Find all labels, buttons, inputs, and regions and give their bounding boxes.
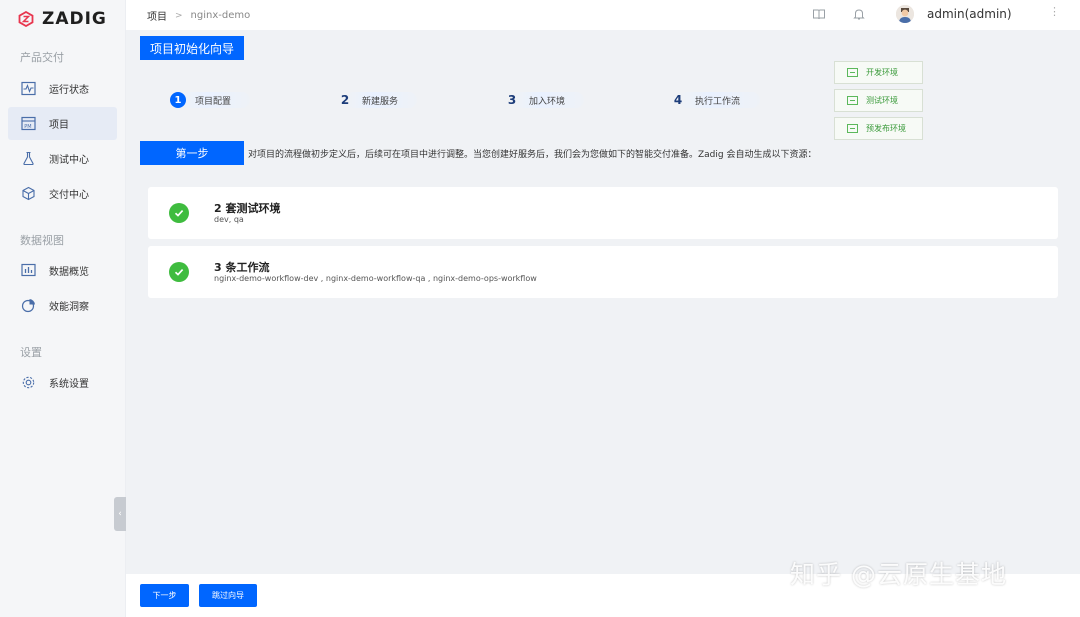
sidebar-item-project[interactable]: PM 项目: [8, 107, 117, 140]
chevron-left-icon: ‹: [118, 509, 122, 519]
breadcrumb: 项目 > nginx-demo: [147, 8, 250, 23]
environment-icon: [847, 68, 858, 77]
project-icon: PM: [20, 115, 37, 132]
svg-text:PM: PM: [24, 124, 31, 130]
check-circle-icon: [169, 203, 189, 223]
avatar[interactable]: [896, 5, 914, 23]
step-3: 3 加入环境: [504, 90, 584, 110]
check-circle-icon: [169, 262, 189, 282]
bar-chart-icon: [20, 262, 37, 279]
activity-icon: [20, 80, 37, 97]
sidebar-item-insight[interactable]: 效能洞察: [8, 289, 117, 322]
sidebar-item-label: 数据概览: [49, 267, 89, 278]
env-button-label: 开发环境: [866, 68, 898, 77]
pie-chart-icon: [20, 297, 37, 314]
sidebar-item-system-settings[interactable]: 系统设置: [8, 366, 117, 399]
card-title: 3 条工作流: [214, 261, 270, 274]
card-subtitle: nginx-demo-workflow-dev , nginx-demo-wor…: [214, 274, 537, 283]
gear-icon: [20, 374, 37, 391]
flask-icon: [20, 150, 37, 167]
card-title: 2 套测试环境: [214, 202, 281, 215]
breadcrumb-project[interactable]: 项目: [147, 8, 167, 23]
sidebar-item-test-center[interactable]: 测试中心: [8, 142, 117, 175]
step-label: 加入环境: [529, 96, 566, 107]
collapse-sidebar-handle[interactable]: ‹: [114, 497, 126, 531]
next-step-button[interactable]: 下一步: [140, 584, 189, 607]
card-subtitle: dev, qa: [214, 215, 244, 224]
user-name[interactable]: admin(admin): [927, 7, 1012, 21]
sidebar-item-label: 效能洞察: [49, 302, 89, 313]
env-button-label: 测试环境: [866, 96, 898, 105]
sidebar-item-label: 系统设置: [49, 379, 89, 390]
sidebar-item-label: 交付中心: [49, 190, 89, 201]
section-title-delivery: 产品交付: [20, 51, 64, 64]
step-2: 2 新建服务: [337, 90, 417, 110]
skip-wizard-button[interactable]: 跳过向导: [199, 584, 257, 607]
top-header: 项目 > nginx-demo admin(admin) ⋮: [126, 0, 1080, 30]
resource-card-workflows: 3 条工作流 nginx-demo-workflow-dev , nginx-d…: [148, 246, 1058, 298]
step-number: 3: [507, 93, 517, 107]
intro-text: 对项目的流程做初步定义后，后续可在项目中进行调整。当您创建好服务后，我们会为您做…: [248, 150, 817, 160]
resource-card-envs: 2 套测试环境 dev, qa: [148, 187, 1058, 239]
brand-name: ZADIG: [42, 9, 107, 29]
sidebar: ZADIG 产品交付 运行状态 PM 项目 测试中心 交付中心 数据视图 数据概…: [0, 0, 126, 617]
environment-icon: [847, 124, 858, 133]
sidebar-item-status[interactable]: 运行状态: [8, 72, 117, 105]
section-title-data-view: 数据视图: [20, 234, 64, 247]
zadig-logo-icon: [18, 11, 34, 27]
more-vertical-icon[interactable]: ⋮: [1049, 6, 1060, 17]
wizard-title: 项目初始化向导: [140, 36, 244, 60]
step-number: 2: [340, 93, 350, 107]
breadcrumb-current: nginx-demo: [190, 10, 251, 21]
step-label: 新建服务: [362, 96, 399, 107]
section-title-settings: 设置: [20, 346, 42, 359]
env-button-test[interactable]: 测试环境: [834, 89, 923, 112]
step-number: 1: [170, 92, 186, 108]
breadcrumb-separator: >: [175, 10, 183, 21]
user-avatar-icon: [896, 5, 914, 23]
env-button-staging[interactable]: 预发布环境: [834, 117, 923, 140]
sidebar-item-label: 项目: [49, 120, 69, 131]
step-number: 4: [673, 93, 683, 107]
environment-icon: [847, 96, 858, 105]
book-icon[interactable]: [812, 7, 826, 21]
env-button-dev[interactable]: 开发环境: [834, 61, 923, 84]
step-label: 项目配置: [195, 96, 232, 107]
step-label: 执行工作流: [695, 96, 741, 107]
step-4: 4 执行工作流: [670, 90, 760, 110]
sidebar-item-label: 测试中心: [49, 155, 89, 166]
step-tag: 第一步: [140, 141, 244, 165]
sidebar-item-delivery-center[interactable]: 交付中心: [8, 177, 117, 210]
bell-icon[interactable]: [852, 7, 866, 21]
step-1: 1 项目配置: [170, 90, 250, 110]
sidebar-item-data-overview[interactable]: 数据概览: [8, 254, 117, 287]
cube-icon: [20, 185, 37, 202]
sidebar-item-label: 运行状态: [49, 85, 89, 96]
watermark: 知乎 @云原生基地: [790, 560, 1007, 589]
env-button-label: 预发布环境: [866, 124, 906, 133]
logo[interactable]: ZADIG: [18, 8, 107, 30]
